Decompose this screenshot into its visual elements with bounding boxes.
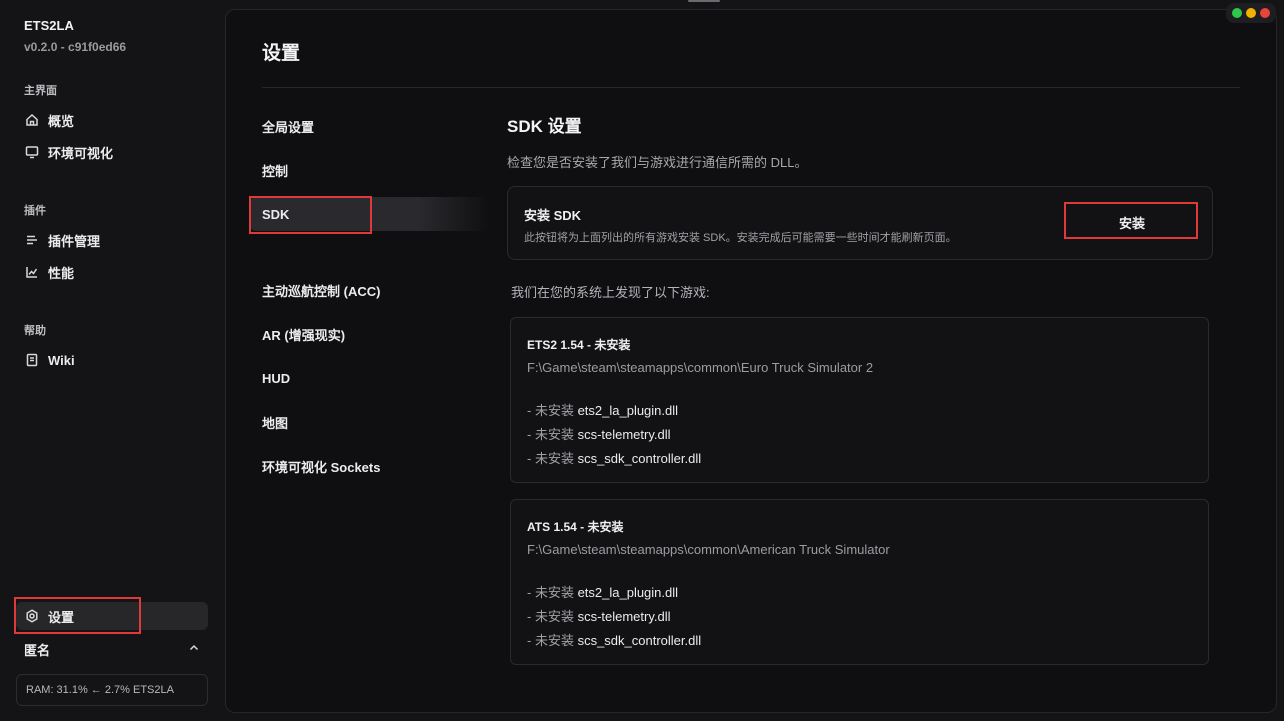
sidebar-item-wiki[interactable]: Wiki — [16, 346, 208, 374]
monitor-icon — [24, 144, 40, 160]
sidebar-item-settings[interactable]: 设置 — [16, 602, 208, 630]
tab-map[interactable]: 地图 — [250, 405, 490, 439]
install-sdk-description: 此按钮将为上面列出的所有游戏安装 SDK。安装完成后可能需要一些时间才能刷新页面… — [524, 232, 957, 244]
dll-item: - 未安装 scs-telemetry.dll — [527, 427, 671, 442]
game-card-ets2: ETS2 1.54 - 未安装 F:\Game\steam\steamapps\… — [510, 317, 1209, 483]
sidebar-item-performance[interactable]: 性能 — [16, 258, 208, 286]
tab-hud[interactable]: HUD — [250, 361, 490, 395]
game-path: F:\Game\steam\steamapps\common\American … — [527, 542, 890, 557]
gear-icon — [24, 608, 40, 624]
user-name: 匿名 — [24, 642, 51, 658]
tab-ar[interactable]: AR (增强现实) — [250, 317, 490, 351]
section-title: SDK 设置 — [507, 117, 582, 136]
main-panel: 设置 全局设置 控制 SDK 主动巡航控制 (ACC) AR (增强现实) HU… — [225, 9, 1277, 713]
user-menu[interactable]: 匿名 — [24, 640, 200, 658]
install-button[interactable]: 安装 — [1068, 205, 1196, 239]
sidebar-item-visualization[interactable]: 环境可视化 — [16, 138, 208, 166]
game-path: F:\Game\steam\steamapps\common\Euro Truc… — [527, 360, 874, 375]
sidebar-item-label: Wiki — [48, 352, 75, 368]
dll-item: - 未安装 scs_sdk_controller.dll — [527, 633, 702, 648]
close-button[interactable] — [1232, 8, 1242, 18]
sidebar-item-label: 性能 — [48, 265, 75, 281]
ram-status: RAM: 31.1% ← 2.7% ETS2LA — [16, 674, 208, 706]
chart-icon — [24, 264, 40, 280]
section-description: 检查您是否安装了我们与游戏进行通信所需的 DLL。 — [507, 155, 808, 170]
sidebar-item-label: 概览 — [48, 113, 75, 129]
section-label-help: 帮助 — [24, 325, 46, 337]
found-games-label: 我们在您的系统上发现了以下游戏: — [511, 285, 710, 300]
book-icon — [24, 352, 40, 368]
section-label-plugins: 插件 — [24, 205, 46, 217]
sidebar-item-label: 插件管理 — [48, 233, 101, 249]
maximize-button[interactable] — [1260, 8, 1270, 18]
sidebar: ETS2LA v0.2.0 - c91f0ed66 主界面 概览 环境可视化 插… — [0, 0, 224, 721]
tab-acc[interactable]: 主动巡航控制 (ACC) — [250, 273, 490, 307]
minimize-button[interactable] — [1246, 8, 1256, 18]
app-title: ETS2LA — [24, 18, 74, 33]
dll-item: - 未安装 ets2_la_plugin.dll — [527, 403, 679, 418]
sidebar-item-label: 环境可视化 — [48, 145, 114, 161]
sidebar-item-overview[interactable]: 概览 — [16, 106, 208, 134]
tab-visualization-sockets[interactable]: 环境可视化 Sockets — [250, 449, 490, 483]
dll-item: - 未安装 scs_sdk_controller.dll — [527, 451, 702, 466]
divider — [262, 87, 1240, 88]
home-icon — [24, 112, 40, 128]
sidebar-item-plugin-manager[interactable]: 插件管理 — [16, 226, 208, 254]
game-title: ATS 1.54 - 未安装 — [527, 520, 624, 534]
tab-sdk[interactable]: SDK — [250, 197, 490, 231]
dll-item: - 未安装 scs-telemetry.dll — [527, 609, 671, 624]
page-title: 设置 — [262, 43, 301, 64]
sidebar-item-label: 设置 — [48, 609, 75, 625]
install-sdk-title: 安装 SDK — [524, 208, 582, 223]
game-title: ETS2 1.54 - 未安装 — [527, 338, 631, 352]
window-controls — [1226, 3, 1276, 23]
app-version: v0.2.0 - c91f0ed66 — [24, 40, 127, 54]
tab-global-settings[interactable]: 全局设置 — [250, 109, 490, 143]
tab-controls[interactable]: 控制 — [250, 153, 490, 187]
game-card-ats: ATS 1.54 - 未安装 F:\Game\steam\steamapps\c… — [510, 499, 1209, 665]
dll-item: - 未安装 ets2_la_plugin.dll — [527, 585, 679, 600]
chevron-up-icon — [188, 642, 200, 657]
list-icon — [24, 232, 40, 248]
section-label-main: 主界面 — [24, 85, 57, 97]
install-sdk-card: 安装 SDK 此按钮将为上面列出的所有游戏安装 SDK。安装完成后可能需要一些时… — [507, 186, 1213, 260]
window-drag-handle[interactable] — [688, 0, 720, 2]
